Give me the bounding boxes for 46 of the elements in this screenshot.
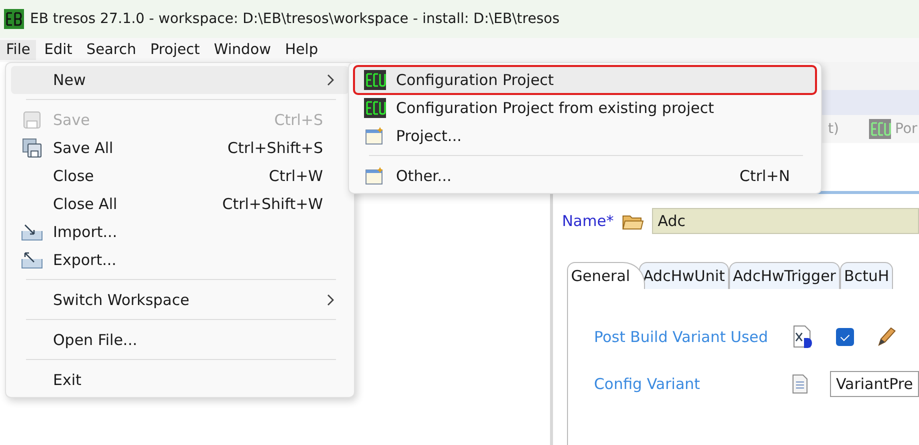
menu-item[interactable]: Configuration Project [354, 66, 816, 94]
menu-item[interactable]: Edit [38, 40, 78, 60]
field-label: Name* [562, 212, 614, 230]
xdm-file-icon [792, 325, 814, 349]
parameter-label: Post Build Variant Used [594, 328, 770, 346]
menu-item[interactable]: Close Ctrl+W [11, 162, 349, 190]
menu-item[interactable]: Open File... [11, 326, 349, 354]
menu-item[interactable]: New [11, 66, 349, 94]
app-logo-icon [4, 9, 24, 29]
tab[interactable]: BctuH [840, 262, 894, 289]
export-icon [21, 251, 43, 269]
toolbar-text: t) [828, 121, 839, 137]
tab[interactable]: General [566, 262, 646, 289]
menu-item[interactable]: Switch Workspace [11, 286, 349, 314]
tab[interactable]: AdcHwTrigger [728, 262, 840, 289]
window-title: EB tresos 27.1.0 - workspace: D:\EB\tresos\workspace - install: D:\EB\tresos [30, 11, 560, 27]
import-icon [21, 223, 43, 241]
floppy-disks-icon [22, 138, 42, 158]
menu-item[interactable]: Search [80, 40, 142, 60]
parameter-label: Config Variant [594, 375, 702, 393]
chevron-right-icon [327, 294, 335, 306]
menu-item[interactable]: Save All Ctrl+Shift+S [11, 134, 349, 162]
new-window-icon [365, 126, 385, 146]
checkbox[interactable] [836, 328, 854, 346]
toolbar-text: Por [895, 121, 918, 137]
pencil-icon [876, 326, 896, 348]
menu-item[interactable]: File [0, 40, 36, 60]
ecu-icon [364, 70, 386, 90]
menu-item[interactable]: Exit [11, 366, 349, 394]
menu-item[interactable]: Other... Ctrl+N [354, 162, 816, 190]
ecu-icon [869, 119, 891, 139]
chevron-right-icon [327, 74, 335, 86]
menu-item[interactable]: Export... [11, 246, 349, 274]
document-icon [792, 374, 808, 394]
menu-item[interactable]: Project... [354, 122, 816, 150]
ecu-icon [364, 98, 386, 118]
menu-item[interactable]: Help [278, 40, 324, 60]
menu-item[interactable]: Configuration Project from existing project [354, 94, 816, 122]
input-field[interactable]: Adc [652, 208, 919, 234]
menu-item[interactable]: Import... [11, 218, 349, 246]
dropdown[interactable]: VariantPre [830, 371, 919, 397]
menu-item[interactable]: Window [208, 40, 277, 60]
menu-item[interactable]: Project [144, 40, 206, 60]
tab[interactable]: AdcHwUnit [639, 262, 729, 289]
menu-item[interactable]: Close All Ctrl+Shift+W [11, 190, 349, 218]
new-window-icon [365, 166, 385, 186]
